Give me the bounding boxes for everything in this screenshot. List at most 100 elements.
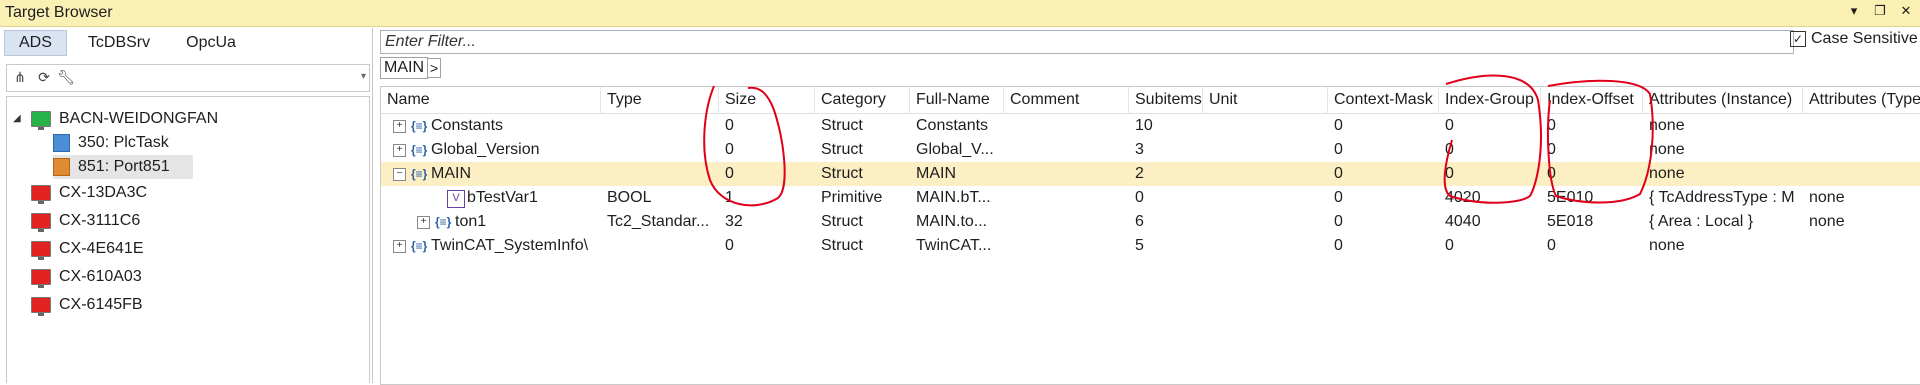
- cell-size: 1: [725, 189, 734, 206]
- cell-attr_i: { TcAddressType : M: [1649, 189, 1795, 206]
- cell-fullname: Global_V...: [916, 141, 994, 158]
- col-category[interactable]: Category: [815, 87, 910, 113]
- cell-ig: 0: [1445, 237, 1454, 254]
- col-index-group[interactable]: Index-Group: [1439, 87, 1541, 113]
- expand-icon[interactable]: +: [393, 120, 406, 133]
- cell-ctx: 0: [1334, 189, 1343, 206]
- cell-attr_t: [1803, 138, 1920, 162]
- wrench-icon[interactable]: 🔧︎: [57, 68, 75, 86]
- cell-attr_t: [1803, 162, 1920, 186]
- cell-attr_i: none: [1649, 141, 1685, 158]
- close-icon[interactable]: ✕: [1898, 3, 1914, 19]
- restore-icon[interactable]: ❐: [1872, 3, 1888, 19]
- col-index-offset[interactable]: Index-Offset: [1541, 87, 1643, 113]
- tree-item-cx-13da3c[interactable]: CX-13DA3C: [31, 181, 147, 205]
- tree-item-bacn-weidongfan[interactable]: ◢ BACN-WEIDONGFAN: [13, 107, 218, 131]
- cell-size: 0: [725, 141, 734, 158]
- cell-type: [601, 138, 719, 162]
- col-context-mask[interactable]: Context-Mask: [1328, 87, 1439, 113]
- cell-unit: [1203, 114, 1328, 138]
- col-name[interactable]: Name: [381, 87, 601, 113]
- col-attributes-type[interactable]: Attributes (Type): [1803, 87, 1920, 113]
- cell-unit: [1203, 210, 1328, 234]
- checkbox-checked-icon[interactable]: ✓: [1790, 31, 1806, 47]
- red-monitor-icon: [31, 213, 51, 232]
- tree-item-cx-6145fb[interactable]: CX-6145FB: [31, 293, 143, 317]
- breadcrumb-main[interactable]: MAIN: [380, 57, 428, 79]
- col-unit[interactable]: Unit: [1203, 87, 1328, 113]
- refresh-icon[interactable]: ⟳: [35, 68, 53, 86]
- cell-type: [601, 162, 719, 186]
- cell-subitems: 5: [1135, 237, 1144, 254]
- table-row[interactable]: + {≡} Global_Version 0 Struct Global_V... 3 0 0 0…: [381, 138, 1920, 162]
- case-sensitive-toggle[interactable]: ✓ Case Sensitive: [1790, 30, 1918, 48]
- cell-fullname: TwinCAT...: [916, 237, 992, 254]
- breadcrumb-arrow-icon[interactable]: >: [428, 58, 442, 78]
- cell-comment: [1004, 210, 1129, 234]
- col-type[interactable]: Type: [601, 87, 719, 113]
- cell-comment: [1004, 162, 1129, 186]
- toolbar-dropdown-icon[interactable]: ▾: [361, 71, 366, 82]
- cell-io: 0: [1547, 141, 1556, 158]
- cell-ctx: 0: [1334, 237, 1343, 254]
- col-comment[interactable]: Comment: [1004, 87, 1129, 113]
- tree-item-cx-610a03[interactable]: CX-610A03: [31, 265, 142, 289]
- collapse-icon[interactable]: −: [393, 168, 406, 181]
- symbol-name: Global_Version: [431, 141, 540, 158]
- tree-item-cx-4e641e[interactable]: CX-4E641E: [31, 237, 144, 261]
- col-subitems[interactable]: Subitems: [1129, 87, 1203, 113]
- symbol-name: Constants: [431, 117, 504, 134]
- cell-attr_t: [1803, 114, 1920, 138]
- cell-unit: [1203, 162, 1328, 186]
- col-fullname[interactable]: Full-Name: [910, 87, 1004, 113]
- cell-unit: [1203, 138, 1328, 162]
- cell-name: − {≡} MAIN: [381, 162, 601, 186]
- red-monitor-icon: [31, 269, 51, 288]
- tab-opcua[interactable]: OpcUa: [171, 30, 251, 56]
- table-row[interactable]: + {≡} TwinCAT_SystemInfo\ 0 Struct TwinCAT...…: [381, 234, 1920, 258]
- cell-category: Struct: [821, 237, 863, 254]
- filter-input[interactable]: Enter Filter...: [380, 30, 1794, 54]
- dropdown-icon[interactable]: ▾: [1846, 3, 1862, 19]
- cell-ig: 0: [1445, 117, 1454, 134]
- table-row[interactable]: + {≡} Constants 0 Struct Constants 10 0 0 0 none: [381, 114, 1920, 138]
- struct-icon: {≡}: [411, 167, 428, 181]
- expand-icon[interactable]: +: [417, 216, 430, 229]
- cell-attr_t: none: [1809, 213, 1845, 230]
- green-monitor-icon: [31, 111, 51, 130]
- cell-type: [601, 114, 719, 138]
- table-row[interactable]: − {≡} MAIN 0 Struct MAIN 2 0 0 0 none: [381, 162, 1920, 186]
- table-row[interactable]: VbTestVar1 BOOL 1 Primitive MAIN.bT... 0 0 4020…: [381, 186, 1920, 210]
- cell-fullname: MAIN.bT...: [916, 189, 991, 206]
- col-attributes-instance[interactable]: Attributes (Instance): [1643, 87, 1803, 113]
- target-tree: ◢ BACN-WEIDONGFAN 350: PlcTask 851: Port…: [6, 96, 370, 383]
- expand-icon[interactable]: +: [393, 144, 406, 157]
- tab-tcdbsrv[interactable]: TcDBSrv: [73, 30, 165, 56]
- cell-io: 5E010: [1547, 189, 1594, 206]
- cell-subitems: 2: [1135, 165, 1144, 182]
- cell-io: 0: [1547, 165, 1556, 182]
- left-panel: ADS TcDBSrv OpcUa ⋔ ⟳ 🔧︎ ▾ ◢ BACN-WEIDON…: [0, 28, 373, 383]
- cell-type: Tc2_Standar...: [607, 213, 710, 230]
- symbol-name: TwinCAT_SystemInfo\: [431, 237, 589, 254]
- symbol-name: MAIN: [431, 165, 471, 182]
- expand-icon[interactable]: +: [393, 240, 406, 253]
- cell-comment: [1004, 186, 1129, 210]
- cell-comment: [1004, 234, 1129, 258]
- tree-item-cx-3111c6[interactable]: CX-3111C6: [31, 209, 140, 233]
- cell-attr_i: { Area : Local }: [1649, 213, 1754, 230]
- cell-ctx: 0: [1334, 165, 1343, 182]
- cell-ctx: 0: [1334, 213, 1343, 230]
- red-monitor-icon: [31, 241, 51, 260]
- tree-toolbar: ⋔ ⟳ 🔧︎ ▾: [6, 64, 370, 92]
- tree-item-port851[interactable]: 851: Port851: [53, 155, 193, 179]
- hierarchy-icon[interactable]: ⋔: [11, 68, 29, 86]
- cell-fullname: MAIN.to...: [916, 213, 988, 230]
- cell-ctx: 0: [1334, 141, 1343, 158]
- table-row[interactable]: + {≡} ton1 Tc2_Standar... 32 Struct MAIN.to...…: [381, 210, 1920, 234]
- col-size[interactable]: Size: [719, 87, 815, 113]
- collapse-icon[interactable]: ◢: [13, 113, 21, 124]
- tree-item-plctask[interactable]: 350: PlcTask: [53, 131, 169, 155]
- tab-ads[interactable]: ADS: [4, 30, 67, 56]
- symbol-name: ton1: [455, 213, 487, 230]
